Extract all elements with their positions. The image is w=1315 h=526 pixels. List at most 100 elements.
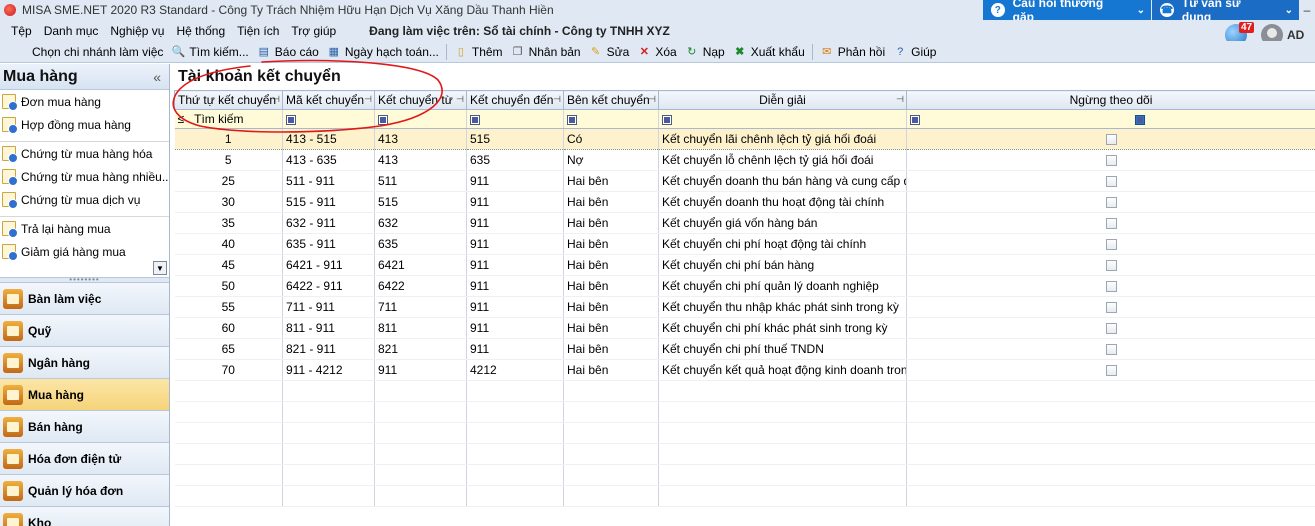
pin-icon[interactable]: ⊣ xyxy=(648,94,656,105)
inactive-checkbox[interactable] xyxy=(1105,260,1117,272)
menu-file[interactable]: Tệp xyxy=(6,24,37,38)
minimize-button[interactable]: – xyxy=(1299,0,1315,20)
faq-button[interactable]: ? Câu hỏi thường gặp ⌄ xyxy=(983,0,1151,24)
table-row[interactable]: 65 821 - 911 821 911 Hai bên Kết chuyển chi p… xyxy=(174,338,1315,360)
sidebar-item-multi-purchase-voucher[interactable]: Chứng từ mua hàng nhiều... xyxy=(0,165,169,188)
module-purchasing[interactable]: Mua hàng xyxy=(0,379,169,411)
table-row[interactable]: 55 711 - 911 711 911 Hai bên Kết chuyển thu n… xyxy=(174,296,1315,318)
collapse-sidebar-icon[interactable]: « xyxy=(153,69,161,85)
sidebar-item-purchase-return[interactable]: Trả lại hàng mua xyxy=(0,217,169,240)
filter-from[interactable] xyxy=(374,109,467,129)
column-header-order[interactable]: Thứ tự kết chuyển ⊣ xyxy=(174,90,283,110)
edit-button[interactable]: ✎ Sửa xyxy=(585,42,634,62)
filter-condition-icon[interactable] xyxy=(662,114,672,125)
cell-inactive xyxy=(906,275,1315,297)
cell-code: 821 - 911 xyxy=(282,338,375,360)
filter-condition-icon[interactable] xyxy=(567,114,577,125)
filter-checkbox-icon[interactable] xyxy=(1135,114,1145,125)
module-e-invoice[interactable]: Hóa đơn điện tử xyxy=(0,443,169,475)
filter-condition-icon[interactable] xyxy=(378,114,388,125)
menu-utilities[interactable]: Tiện ích xyxy=(232,24,284,38)
table-row[interactable]: 60 811 - 911 811 911 Hai bên Kết chuyển chi p… xyxy=(174,317,1315,339)
filter-side[interactable] xyxy=(563,109,659,129)
column-header-to[interactable]: Kết chuyển đến ⊣ xyxy=(466,90,564,110)
table-row[interactable]: 5 413 - 635 413 635 Nợ Kết chuyển lỗ chênh lệ… xyxy=(174,149,1315,171)
excel-icon: ✖ xyxy=(735,46,745,58)
filter-order[interactable]: ≤ Tìm kiếm xyxy=(174,109,283,129)
menu-operations[interactable]: Nghiệp vụ xyxy=(105,24,169,38)
cell-code: 515 - 911 xyxy=(282,191,375,213)
inactive-checkbox[interactable] xyxy=(1105,323,1117,335)
choose-branch-button[interactable]: Chọn chi nhánh làm việc xyxy=(10,42,167,62)
sidebar-item-service-purchase-voucher[interactable]: Chứng từ mua dịch vụ xyxy=(0,188,169,211)
pin-icon[interactable]: ⊣ xyxy=(896,94,904,105)
filter-to[interactable] xyxy=(466,109,564,129)
cell-inactive xyxy=(906,191,1315,213)
column-header-side[interactable]: Bên kết chuyển ⊣ xyxy=(563,90,659,110)
filter-condition-icon[interactable] xyxy=(910,114,920,125)
table-row[interactable]: 25 511 - 911 511 911 Hai bên Kết chuyển doanh… xyxy=(174,170,1315,192)
pin-icon[interactable]: ⊣ xyxy=(364,94,372,105)
duplicate-button[interactable]: ❐ Nhân bản xyxy=(507,42,585,62)
sidebar-item-purchase-order[interactable]: Đơn mua hàng xyxy=(0,90,169,113)
module-desktop[interactable]: Bàn làm việc xyxy=(0,283,169,315)
inactive-checkbox[interactable] xyxy=(1105,365,1117,377)
column-header-inactive[interactable]: Ngừng theo dõi xyxy=(906,90,1315,110)
empty-cell xyxy=(374,464,467,486)
module-sales[interactable]: Bán hàng xyxy=(0,411,169,443)
inactive-checkbox[interactable] xyxy=(1105,239,1117,251)
menu-system[interactable]: Hệ thống xyxy=(171,24,230,38)
reload-label: Nạp xyxy=(702,44,725,59)
inactive-checkbox[interactable] xyxy=(1105,197,1117,209)
duplicate-label: Nhân bản xyxy=(528,44,581,59)
inactive-checkbox[interactable] xyxy=(1105,176,1117,188)
search-button[interactable]: 🔍 Tìm kiếm... xyxy=(167,42,252,62)
cell-order: 65 xyxy=(174,338,283,360)
filter-inactive[interactable] xyxy=(906,109,1315,129)
menu-catalog[interactable]: Danh mục xyxy=(39,24,104,38)
pin-icon[interactable]: ⊣ xyxy=(272,94,280,105)
posting-date-button[interactable]: ▦ Ngày hạch toán... xyxy=(323,42,443,62)
add-button[interactable]: ▯ Thêm xyxy=(450,42,507,62)
feedback-button[interactable]: ✉ Phản hồi xyxy=(816,42,889,62)
scroll-down-button[interactable]: ▼ xyxy=(153,261,167,275)
filter-description[interactable] xyxy=(658,109,907,129)
column-header-description[interactable]: Diễn giải ⊣ xyxy=(658,90,907,110)
delete-button[interactable]: ✕ Xóa xyxy=(633,42,680,62)
report-button[interactable]: ▤ Báo cáo xyxy=(253,42,323,62)
inactive-checkbox[interactable] xyxy=(1105,344,1117,356)
filter-condition-icon[interactable] xyxy=(470,114,480,125)
guide-button[interactable]: ☎ Tư vấn sử dụng ⌄ xyxy=(1152,0,1299,24)
sidebar-item-goods-purchase-voucher[interactable]: Chứng từ mua hàng hóa xyxy=(0,142,169,165)
pin-icon[interactable]: ⊣ xyxy=(553,94,561,105)
column-header-code[interactable]: Mã kết chuyển ⊣ xyxy=(282,90,375,110)
table-row[interactable]: 50 6422 - 911 6422 911 Hai bên Kết chuyển chi… xyxy=(174,275,1315,297)
pin-icon[interactable]: ⊣ xyxy=(456,94,464,105)
table-row[interactable]: 45 6421 - 911 6421 911 Hai bên Kết chuyển chi… xyxy=(174,254,1315,276)
filter-search-input[interactable]: Tìm kiếm xyxy=(194,112,243,126)
sidebar-item-purchase-discount[interactable]: Giảm giá hàng mua xyxy=(0,240,169,263)
menu-help[interactable]: Trợ giúp xyxy=(286,24,341,38)
module-cash[interactable]: Quỹ xyxy=(0,315,169,347)
column-header-from[interactable]: Kết chuyển từ ⊣ xyxy=(374,90,467,110)
table-row[interactable]: 40 635 - 911 635 911 Hai bên Kết chuyển chi p… xyxy=(174,233,1315,255)
inactive-checkbox[interactable] xyxy=(1105,302,1117,314)
table-row[interactable]: 35 632 - 911 632 911 Hai bên Kết chuyển giá v… xyxy=(174,212,1315,234)
table-row[interactable]: 30 515 - 911 515 911 Hai bên Kết chuyển doanh… xyxy=(174,191,1315,213)
export-button[interactable]: ✖ Xuất khẩu xyxy=(729,42,809,62)
module-bank[interactable]: Ngân hàng xyxy=(0,347,169,379)
table-row[interactable]: 70 911 - 4212 911 4212 Hai bên Kết chuyển kết… xyxy=(174,359,1315,381)
module-invoice-management[interactable]: Quản lý hóa đơn xyxy=(0,475,169,507)
inactive-checkbox[interactable] xyxy=(1105,155,1117,167)
filter-condition-icon[interactable] xyxy=(286,114,296,125)
module-warehouse[interactable]: Kho xyxy=(0,507,169,526)
filter-operator[interactable]: ≤ xyxy=(178,112,185,126)
sidebar-item-purchase-contract[interactable]: Hợp đồng mua hàng xyxy=(0,113,169,136)
inactive-checkbox[interactable] xyxy=(1105,218,1117,230)
table-row[interactable]: 1 413 - 515 413 515 Có Kết chuyển lãi chênh l… xyxy=(174,128,1315,150)
help-button[interactable]: ? Giúp xyxy=(889,42,940,62)
inactive-checkbox[interactable] xyxy=(1105,281,1117,293)
inactive-checkbox[interactable] xyxy=(1105,134,1117,146)
reload-button[interactable]: ↻ Nạp xyxy=(681,42,729,62)
filter-code[interactable] xyxy=(282,109,375,129)
